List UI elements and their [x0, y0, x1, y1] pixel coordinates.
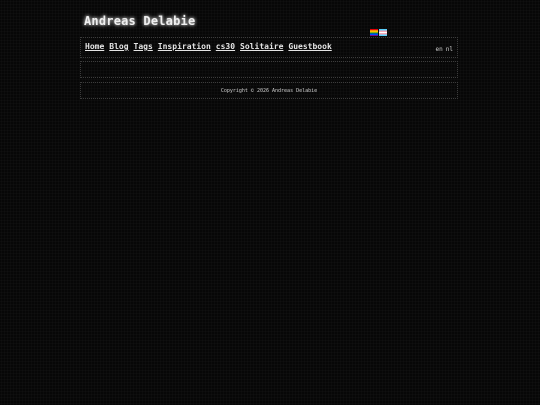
copyright-text: Copyright © 2026 Andreas Delabie	[220, 88, 318, 94]
nav-link-blog[interactable]: Blog	[109, 42, 128, 51]
nav-link-home[interactable]: Home	[85, 42, 104, 51]
language-switcher: en nl	[436, 46, 453, 53]
main-nav: Home Blog Tags Inspiration cs30 Solitair…	[85, 42, 332, 51]
nav-link-inspiration[interactable]: Inspiration	[158, 42, 211, 51]
navigation-bar: Home Blog Tags Inspiration cs30 Solitair…	[80, 37, 458, 58]
language-link-en[interactable]: en	[436, 46, 443, 53]
flag-group	[370, 29, 387, 36]
nav-link-tags[interactable]: Tags	[134, 42, 153, 51]
trans-flag-icon	[379, 29, 387, 36]
nav-link-cs30[interactable]: cs30	[216, 42, 235, 51]
nav-link-solitaire[interactable]: Solitaire	[240, 42, 283, 51]
content-area	[80, 61, 458, 78]
site-title[interactable]: Andreas Delabie	[84, 14, 195, 28]
language-link-nl[interactable]: nl	[446, 46, 453, 53]
pride-flag-icon	[370, 29, 378, 36]
footer: Copyright © 2026 Andreas Delabie	[80, 82, 458, 99]
nav-link-guestbook[interactable]: Guestbook	[288, 42, 331, 51]
